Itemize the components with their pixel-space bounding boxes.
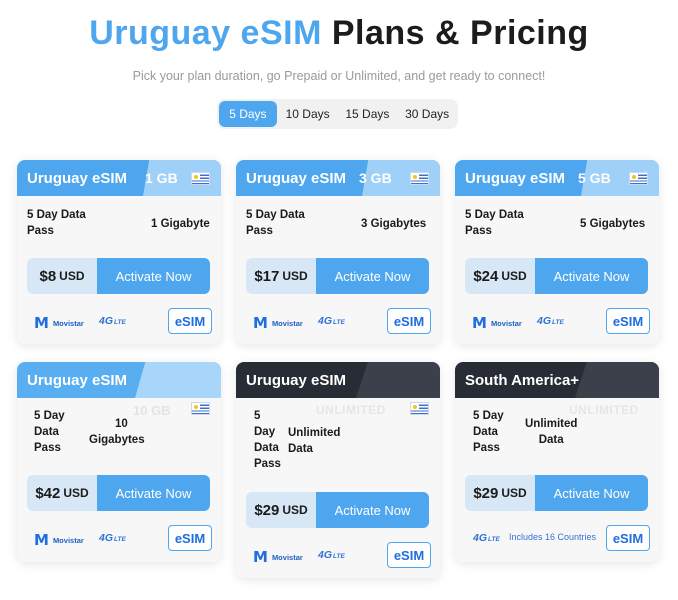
plan-description: 5 Day Data Pass — [465, 209, 524, 237]
activate-now-button[interactable]: Activate Now — [316, 492, 429, 528]
uruguay-flag-icon — [191, 172, 210, 185]
esim-badge-icon: eSIM — [168, 525, 212, 551]
plan-card-unlimited: Uruguay eSIM UNLIMITED 5 Day Data Pass Unli… — [236, 362, 440, 578]
4g-lte-icon: 4GLTE — [537, 315, 564, 327]
activate-now-button[interactable]: Activate Now — [97, 475, 210, 511]
plan-title: Uruguay eSIM — [246, 371, 347, 389]
tab-10-days[interactable]: 10 Days — [279, 101, 337, 127]
plan-price: $42 USD — [27, 475, 97, 511]
plan-card-header: Uruguay eSIM 1 GB — [17, 160, 221, 196]
tab-5-days[interactable]: 5 Days — [219, 101, 277, 127]
plan-data-amount: Unlimited Data — [525, 418, 578, 446]
movistar-logo-icon: M Movistar — [34, 314, 84, 332]
coverage-note: Includes 16 Countries — [509, 532, 597, 542]
page-title: Uruguay eSIM Plans & Pricing — [0, 14, 678, 53]
plan-data-badge: UNLIMITED — [316, 403, 386, 417]
esim-badge-icon: eSIM — [387, 542, 431, 568]
plan-price: $29 USD — [465, 475, 535, 511]
movistar-logo-icon: M Movistar — [472, 314, 522, 332]
plan-data-badge: UNLIMITED — [569, 403, 639, 417]
4g-lte-icon: 4GLTE — [318, 315, 345, 327]
movistar-logo-icon: M Movistar — [34, 531, 84, 549]
esim-badge-icon: eSIM — [387, 308, 431, 334]
plan-title: Uruguay eSIM — [465, 169, 566, 187]
page-title-rest: Plans & Pricing — [331, 14, 589, 52]
plan-title: Uruguay eSIM — [27, 169, 128, 187]
page-subtitle: Pick your plan duration, go Prepaid or U… — [132, 69, 546, 83]
4g-lte-icon: 4GLTE — [99, 532, 126, 544]
plan-data-amount: 10 Gigabytes — [89, 418, 145, 446]
plan-data-badge: 1 GB — [145, 170, 178, 186]
activate-now-button[interactable]: Activate Now — [535, 475, 648, 511]
plan-price: $8 USD — [27, 258, 97, 294]
tab-30-days[interactable]: 30 Days — [398, 101, 456, 127]
plan-description: 5 Day Data Pass — [34, 410, 65, 454]
plan-card-header: Uruguay eSIM 3 GB — [236, 160, 440, 196]
activate-now-button[interactable]: Activate Now — [535, 258, 648, 294]
4g-lte-icon: 4GLTE — [473, 532, 500, 544]
plan-price: $17 USD — [246, 258, 316, 294]
tab-15-days[interactable]: 15 Days — [339, 101, 397, 127]
duration-tabs: 5 Days 10 Days 15 Days 30 Days — [217, 99, 458, 129]
plan-card-header: Uruguay eSIM — [236, 362, 440, 398]
uruguay-flag-icon — [191, 402, 210, 415]
plan-description: 5 Day Data Pass — [27, 209, 86, 237]
movistar-logo-icon: M Movistar — [253, 548, 303, 566]
plan-title: Uruguay eSIM — [27, 371, 128, 389]
plan-card-3gb: Uruguay eSIM 3 GB 5 Day Data Pass 3 Gigab… — [236, 160, 440, 344]
plan-card-header: South America+ — [455, 362, 659, 398]
4g-lte-icon: 4GLTE — [318, 549, 345, 561]
plan-data-amount: 3 Gigabytes — [361, 218, 427, 230]
4g-lte-icon: 4GLTE — [99, 315, 126, 327]
plan-title: Uruguay eSIM — [246, 169, 347, 187]
plan-price: $24 USD — [465, 258, 535, 294]
plan-price: $29 USD — [246, 492, 316, 528]
page-title-accent: Uruguay eSIM — [89, 14, 322, 52]
plan-title: South America+ — [465, 371, 580, 389]
plan-card-5gb: Uruguay eSIM 5 GB 5 Day Data Pass 5 Gigab… — [455, 160, 659, 344]
activate-now-button[interactable]: Activate Now — [316, 258, 429, 294]
uruguay-flag-icon — [410, 172, 429, 185]
plan-data-amount: 5 Gigabytes — [580, 218, 646, 230]
plan-card-1gb: Uruguay eSIM 1 GB 5 Day Data Pass 1 Gigab… — [17, 160, 221, 344]
plan-card-header: Uruguay eSIM 5 GB — [455, 160, 659, 196]
plan-data-badge: 3 GB — [359, 170, 392, 186]
uruguay-flag-icon — [410, 402, 429, 415]
esim-badge-icon: eSIM — [168, 308, 212, 334]
movistar-logo-icon: M Movistar — [253, 314, 303, 332]
plan-data-badge: 5 GB — [578, 170, 611, 186]
esim-badge-icon: eSIM — [606, 525, 650, 551]
esim-badge-icon: eSIM — [606, 308, 650, 334]
plan-card-10gb: Uruguay eSIM 10 GB 5 Day Data Pass 10 Gigab… — [17, 362, 221, 562]
plan-data-amount: 1 Gigabyte — [151, 218, 210, 230]
activate-now-button[interactable]: Activate Now — [97, 258, 210, 294]
uruguay-flag-icon — [629, 172, 648, 185]
plan-description: 5 Day Data Pass — [254, 410, 281, 470]
plan-data-amount: Unlimited Data — [288, 427, 341, 455]
plan-description: 5 Day Data Pass — [473, 410, 504, 454]
plan-card-south-america: South America+ UNLIMITED 5 Day Data Pass U… — [455, 362, 659, 562]
plan-card-header: Uruguay eSIM — [17, 362, 221, 398]
plan-description: 5 Day Data Pass — [246, 209, 305, 237]
